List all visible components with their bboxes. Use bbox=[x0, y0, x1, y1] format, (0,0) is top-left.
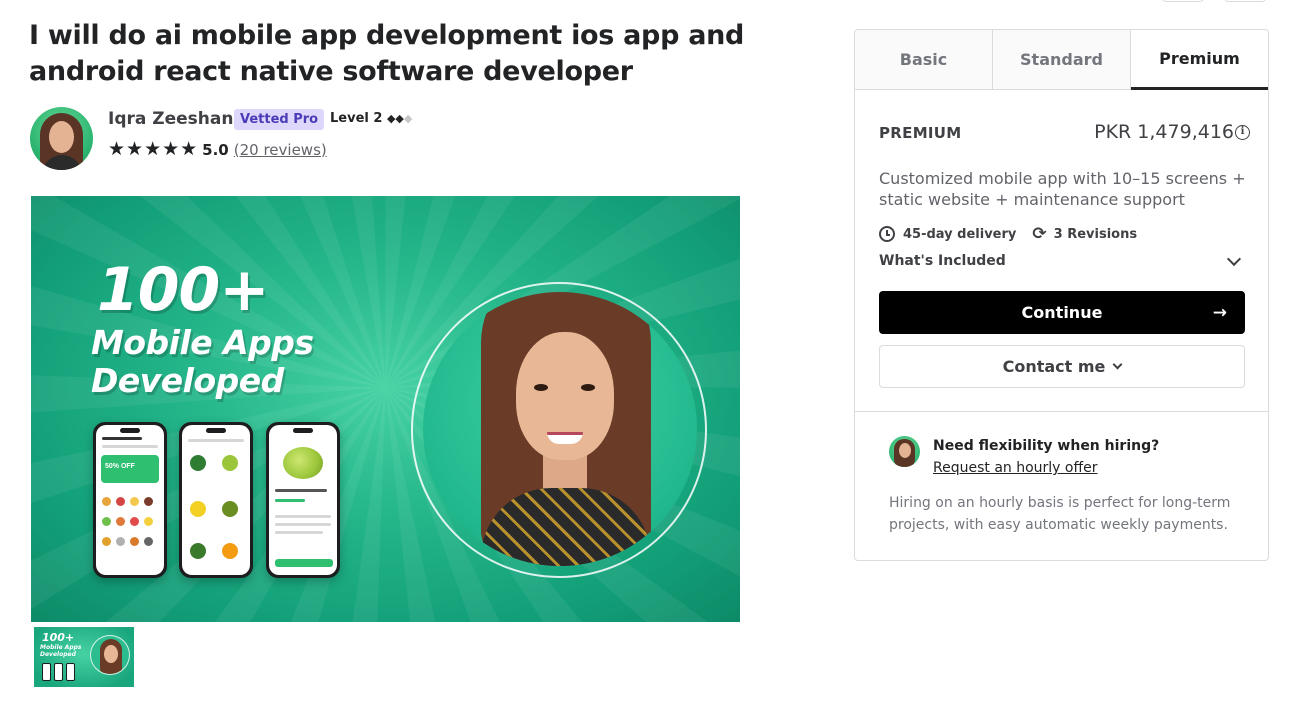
tab-standard[interactable]: Standard bbox=[993, 30, 1131, 90]
hero-headline-line2: Mobile Apps bbox=[91, 323, 314, 362]
revisions-count: 3 Revisions bbox=[1053, 226, 1138, 242]
thumbnail-line2: Mobile Apps bbox=[40, 644, 82, 651]
rating-score: 5.0 bbox=[202, 140, 229, 159]
hero-headline-number: 100+ bbox=[97, 255, 270, 325]
hourly-description: Hiring on an hourly basis is perfect for… bbox=[889, 495, 1231, 533]
continue-label: Continue bbox=[1021, 303, 1103, 322]
gallery-thumbnail[interactable]: 100+ Mobile Apps Developed bbox=[34, 627, 134, 687]
package-meta: 45-day delivery ⟳ 3 Revisions bbox=[879, 224, 1137, 244]
arrow-right-icon: → bbox=[1212, 303, 1227, 323]
seller-name[interactable]: Iqra Zeeshan bbox=[108, 109, 233, 129]
seller-avatar[interactable] bbox=[30, 107, 93, 170]
star-rating-icons: ★★★★★ bbox=[108, 139, 199, 160]
info-icon[interactable]: i bbox=[1235, 125, 1250, 140]
package-price: PKR 1,479,416 bbox=[1094, 121, 1234, 143]
package-description: Customized mobile app with 10–15 screens… bbox=[879, 169, 1246, 209]
tab-premium[interactable]: Premium bbox=[1131, 30, 1268, 90]
whats-included-label: What's Included bbox=[879, 253, 1006, 269]
seller-mini-avatar bbox=[889, 436, 920, 467]
seller-portrait-photo bbox=[423, 292, 697, 566]
clock-icon bbox=[879, 226, 895, 242]
top-action-button-2[interactable] bbox=[1224, 0, 1266, 2]
divider bbox=[855, 411, 1268, 412]
phone-mockup-products bbox=[179, 422, 253, 578]
contact-me-button[interactable]: Contact me bbox=[879, 345, 1245, 388]
revisions-icon: ⟳ bbox=[1032, 224, 1047, 244]
request-hourly-offer-link[interactable]: Request an hourly offer bbox=[933, 460, 1098, 476]
phone-mockup-detail bbox=[266, 422, 340, 578]
thumbnail-text: Mobile Apps Developed bbox=[40, 644, 81, 658]
seller-rating: ★★★★★ 5.0 (20 reviews) bbox=[108, 138, 327, 161]
package-name: PREMIUM bbox=[879, 124, 962, 142]
gig-title: I will do ai mobile app development ios … bbox=[29, 20, 745, 87]
chevron-down-icon bbox=[1226, 251, 1242, 266]
seller-level-label: Level 2 bbox=[330, 111, 383, 126]
phone-mockup-home: 50% OFF bbox=[93, 422, 167, 578]
seller-overview: Iqra Zeeshan Vetted Pro Level 2 ◆◆◆ ★★★★… bbox=[30, 107, 530, 171]
contact-label: Contact me bbox=[1002, 357, 1106, 376]
tab-basic[interactable]: Basic bbox=[855, 30, 993, 90]
top-action-button-1[interactable] bbox=[1162, 0, 1204, 2]
promo-badge: 50% OFF bbox=[105, 463, 135, 470]
chevron-down-icon bbox=[1112, 359, 1123, 370]
package-panel: Basic Standard Premium PREMIUM PKR 1,479… bbox=[854, 29, 1269, 561]
level-diamonds-off: ◆ bbox=[403, 112, 413, 125]
level-diamonds-on: ◆◆ bbox=[386, 112, 404, 125]
gig-gallery-main-image[interactable]: 100+ Mobile Apps Developed 50% OFF bbox=[31, 196, 740, 622]
level-diamond-icons: ◆◆◆ bbox=[387, 112, 412, 125]
vetted-pro-badge: Vetted Pro bbox=[234, 109, 325, 130]
continue-button[interactable]: Continue → bbox=[879, 291, 1245, 334]
delivery-time: 45-day delivery bbox=[903, 226, 1017, 242]
hero-headline-text: Mobile Apps Developed bbox=[91, 324, 314, 400]
hero-headline-line3: Developed bbox=[91, 361, 284, 400]
whats-included-toggle[interactable]: What's Included bbox=[879, 251, 1245, 269]
package-tabs: Basic Standard Premium bbox=[855, 30, 1268, 90]
reviews-link[interactable]: (20 reviews) bbox=[234, 141, 327, 159]
hourly-title: Need flexibility when hiring? bbox=[933, 438, 1160, 454]
thumbnail-line1: 100+ bbox=[42, 631, 75, 644]
seller-level: Level 2 ◆◆◆ bbox=[330, 111, 412, 126]
thumbnail-line3: Developed bbox=[40, 651, 76, 658]
